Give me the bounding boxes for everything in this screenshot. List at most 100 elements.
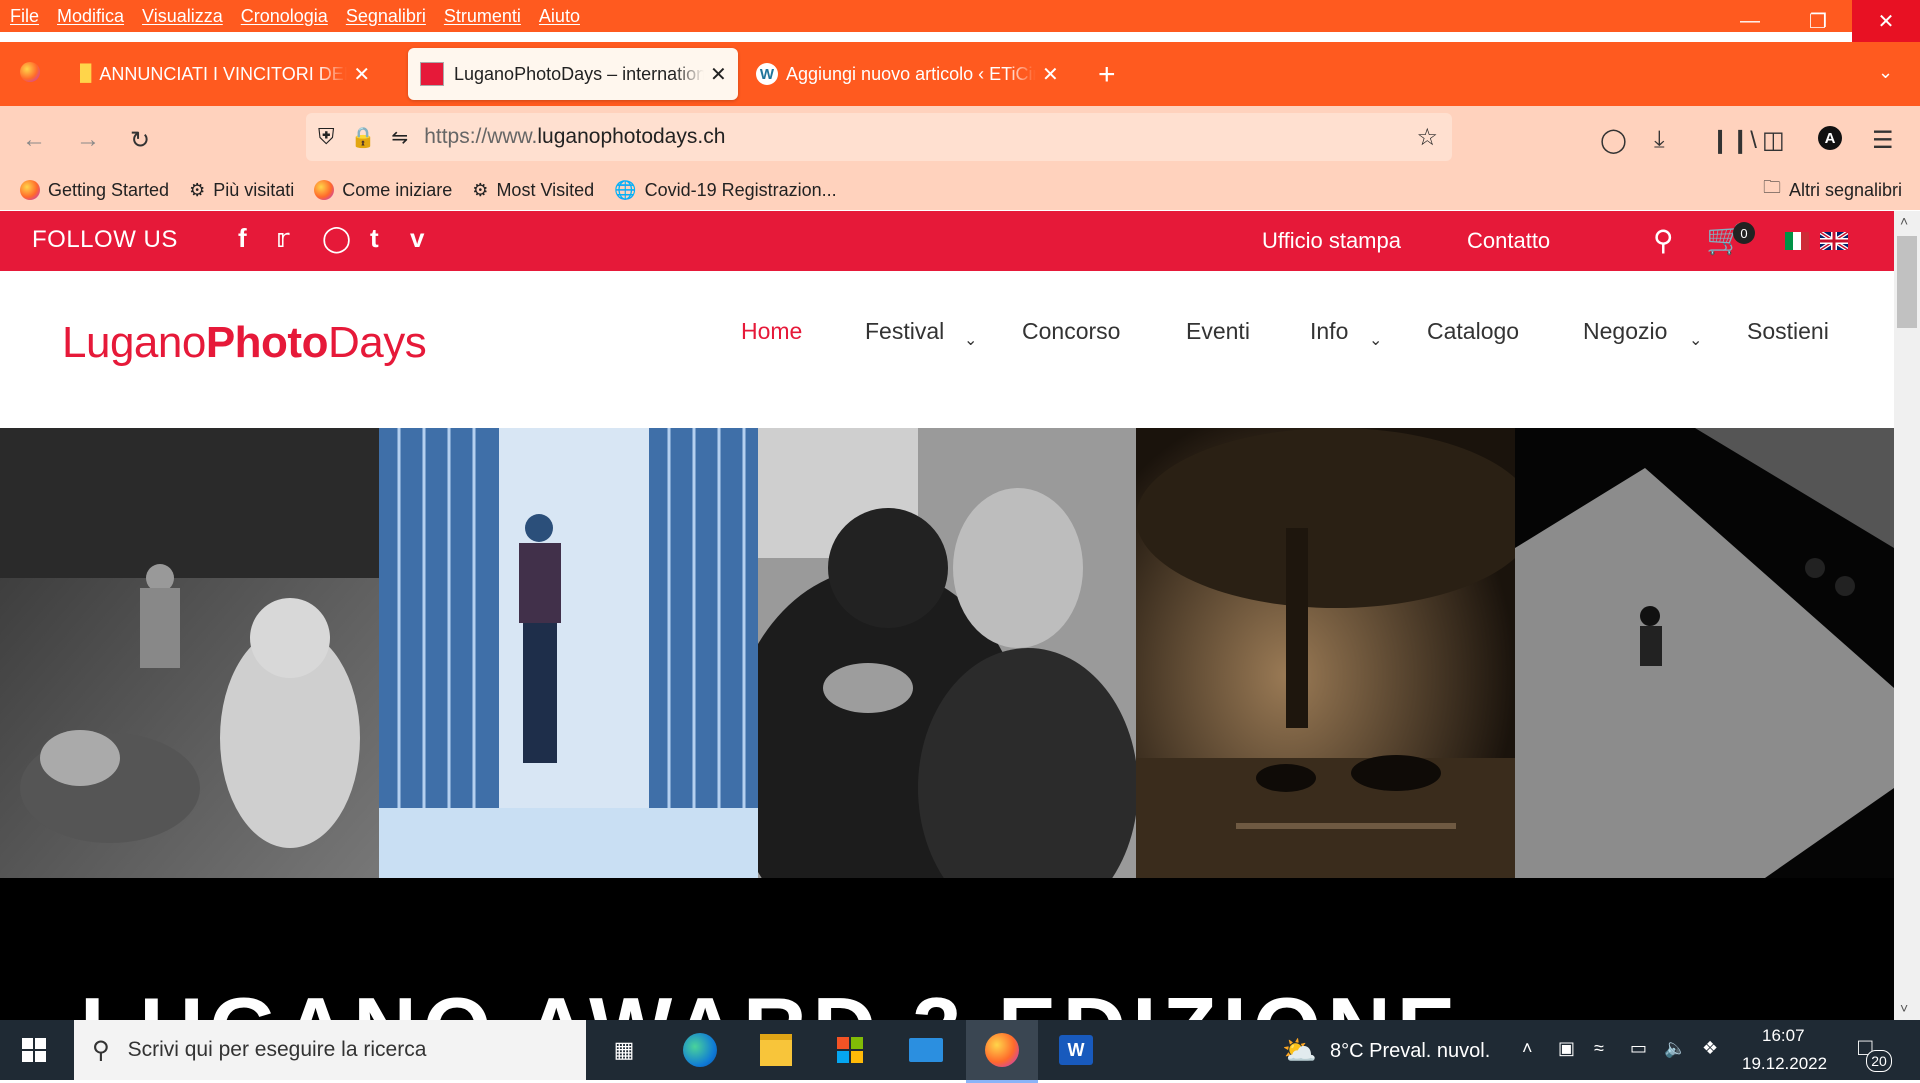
bookmark-label: Most Visited <box>496 179 595 200</box>
bookmark-come-iniziare[interactable]: Come iniziare <box>314 180 452 201</box>
nav-info[interactable]: Info <box>1310 318 1348 345</box>
bookmark-piu-visitati[interactable]: ⚙ Più visitati <box>189 180 294 201</box>
reload-icon[interactable]: ↻ <box>130 126 150 155</box>
scroll-up-icon[interactable]: ˄ <box>1900 213 1908 229</box>
uk-flag-icon[interactable] <box>1818 230 1850 252</box>
menu-segnalibri[interactable]: Segnalibri <box>346 6 426 27</box>
nav-concorso[interactable]: Concorso <box>1022 318 1120 345</box>
close-tab-icon[interactable]: ✕ <box>710 62 727 87</box>
instagram-icon[interactable]: ◯ <box>322 223 351 254</box>
clock-time[interactable]: 16:07 <box>1762 1026 1805 1046</box>
account-avatar[interactable]: A <box>1818 126 1842 150</box>
weather-cloud-icon[interactable]: ⛅ <box>1282 1034 1317 1067</box>
chevron-up-icon[interactable]: ˄ <box>1522 1038 1533 1059</box>
nav-catalogo[interactable]: Catalogo <box>1427 318 1519 345</box>
microsoft-store-icon[interactable] <box>830 1030 870 1070</box>
menu-cronologia[interactable]: Cronologia <box>241 6 328 27</box>
permissions-icon[interactable]: ⇋ <box>391 125 408 150</box>
firefox-view-icon[interactable] <box>20 62 40 87</box>
section-title: LUGANO AWARD 3 EDIZIONE <box>80 978 1461 1020</box>
pocket-icon[interactable]: ◯ <box>1600 126 1627 155</box>
task-view-icon[interactable]: ▦ <box>604 1030 644 1070</box>
wordpress-icon: W <box>756 63 778 85</box>
tumblr-icon[interactable]: t <box>370 223 379 254</box>
tab-wordpress[interactable]: W Aggiungi nuovo articolo ‹ ETiCinema ✕ <box>756 48 1066 100</box>
weather-text[interactable]: 8°C Preval. nuvol. <box>1330 1040 1490 1063</box>
close-tab-icon[interactable]: ✕ <box>353 62 370 87</box>
chevron-down-icon[interactable]: ⌄ <box>1689 330 1702 350</box>
menu-visualizza[interactable]: Visualizza <box>142 6 223 27</box>
windows-start-icon[interactable] <box>22 1038 46 1062</box>
facebook-icon[interactable]: f <box>238 223 247 254</box>
file-explorer-icon[interactable] <box>756 1030 796 1070</box>
back-icon[interactable]: ← <box>22 126 46 154</box>
menu-strumenti[interactable]: Strumenti <box>444 6 521 27</box>
search-icon[interactable]: ⚲ <box>1653 224 1674 257</box>
nav-negozio[interactable]: Negozio <box>1583 318 1667 345</box>
other-bookmarks[interactable]: 🗀 Altri segnalibri <box>1763 175 1902 205</box>
address-bar[interactable]: ⛨ 🔒 ⇋ https://www.luganophotodays.ch ☆ <box>306 113 1452 161</box>
restore-icon[interactable]: ❐ <box>1784 0 1852 42</box>
bookmark-most-visited[interactable]: ⚙ Most Visited <box>472 180 594 201</box>
bookmark-label: Come iniziare <box>342 179 453 200</box>
clock-date[interactable]: 19.12.2022 <box>1742 1054 1827 1074</box>
firefox-icon <box>314 180 335 200</box>
library-icon[interactable]: ❙❙\ <box>1710 126 1757 155</box>
new-tab-icon[interactable]: + <box>1098 58 1116 92</box>
italian-flag-icon[interactable] <box>1785 232 1809 250</box>
twitter-icon[interactable]: 𝕣 <box>276 223 290 254</box>
word-icon[interactable]: W <box>1056 1030 1096 1070</box>
hero-photo-aerial[interactable] <box>1515 428 1894 878</box>
volume-icon[interactable]: 🔈 <box>1664 1038 1686 1059</box>
battery-icon[interactable]: ▭ <box>1630 1038 1647 1059</box>
nav-home[interactable]: Home <box>741 318 802 345</box>
vimeo-icon[interactable]: v <box>410 223 424 254</box>
hero-photo-blue-corridor[interactable] <box>378 428 758 878</box>
site-logo[interactable]: LuganoPhotoDays <box>62 318 427 368</box>
edge-icon[interactable] <box>680 1030 720 1070</box>
nav-sostieni[interactable]: Sostieni <box>1747 318 1829 345</box>
url-prefix: https://www. <box>424 125 538 148</box>
tab-concorso[interactable]: █ ANNUNCIATI I VINCITORI DEL CONCORSO ✕ <box>80 48 390 100</box>
hero-photo-embrace[interactable] <box>757 428 1137 878</box>
hamburger-menu-icon[interactable]: ☰ <box>1872 126 1894 155</box>
hero-photo-wildebeest[interactable] <box>1136 428 1516 878</box>
bookmark-label: Più visitati <box>213 179 295 200</box>
tab-title: ANNUNCIATI I VINCITORI DEL CONCORSO <box>99 63 347 84</box>
url-domain: luganophotodays.ch <box>537 125 726 148</box>
url-text[interactable]: https://www.luganophotodays.ch <box>424 125 725 149</box>
menu-modifica[interactable]: Modifica <box>57 6 124 27</box>
chevron-down-icon[interactable]: ⌄ <box>1369 330 1382 350</box>
dropbox-icon[interactable]: ❖ <box>1702 1038 1718 1059</box>
scrollbar-thumb[interactable] <box>1897 236 1917 328</box>
lock-icon[interactable]: 🔒 <box>351 125 376 150</box>
minimize-icon[interactable]: — <box>1716 0 1784 42</box>
chevron-down-icon[interactable]: ⌄ <box>964 330 977 350</box>
menu-aiuto[interactable]: Aiuto <box>539 6 580 27</box>
bookmark-covid[interactable]: 🌐 Covid-19 Registrazion... <box>614 180 837 201</box>
scroll-down-icon[interactable]: ˅ <box>1900 1000 1908 1016</box>
forward-icon[interactable]: → <box>76 126 100 154</box>
menu-file[interactable]: File <box>10 6 39 27</box>
mail-icon[interactable] <box>906 1030 946 1070</box>
close-window-icon[interactable]: ✕ <box>1852 0 1920 42</box>
bookmark-getting-started[interactable]: Getting Started <box>20 180 169 201</box>
tab-luganophotodays[interactable]: LuganoPhotoDays – international ✕ <box>408 48 738 100</box>
sidebar-icon[interactable]: ◫ <box>1762 126 1785 155</box>
wifi-icon[interactable]: ≈ <box>1594 1038 1604 1059</box>
bookmark-star-icon[interactable]: ☆ <box>1416 123 1438 152</box>
page-scrollbar[interactable] <box>1894 211 1920 1020</box>
taskbar-search[interactable]: ⚲ Scrivi qui per eseguire la ricerca <box>74 1020 586 1080</box>
list-tabs-icon[interactable]: ⌄ <box>1878 62 1893 83</box>
close-tab-icon[interactable]: ✕ <box>1042 62 1059 87</box>
contact-link[interactable]: Contatto <box>1467 228 1550 254</box>
nav-eventi[interactable]: Eventi <box>1186 318 1250 345</box>
nav-festival[interactable]: Festival <box>865 318 944 345</box>
tracking-protection-icon[interactable]: ⛨ <box>318 124 335 150</box>
hero-photo-children[interactable] <box>0 428 379 878</box>
downloads-icon[interactable]: ⤓ <box>1654 126 1665 154</box>
press-office-link[interactable]: Ufficio stampa <box>1262 228 1401 254</box>
firefox-icon[interactable] <box>982 1030 1022 1070</box>
bookmarks-toolbar: Getting Started ⚙ Più visitati Come inizi… <box>0 170 1920 210</box>
meet-now-icon[interactable]: ▣ <box>1558 1038 1575 1059</box>
